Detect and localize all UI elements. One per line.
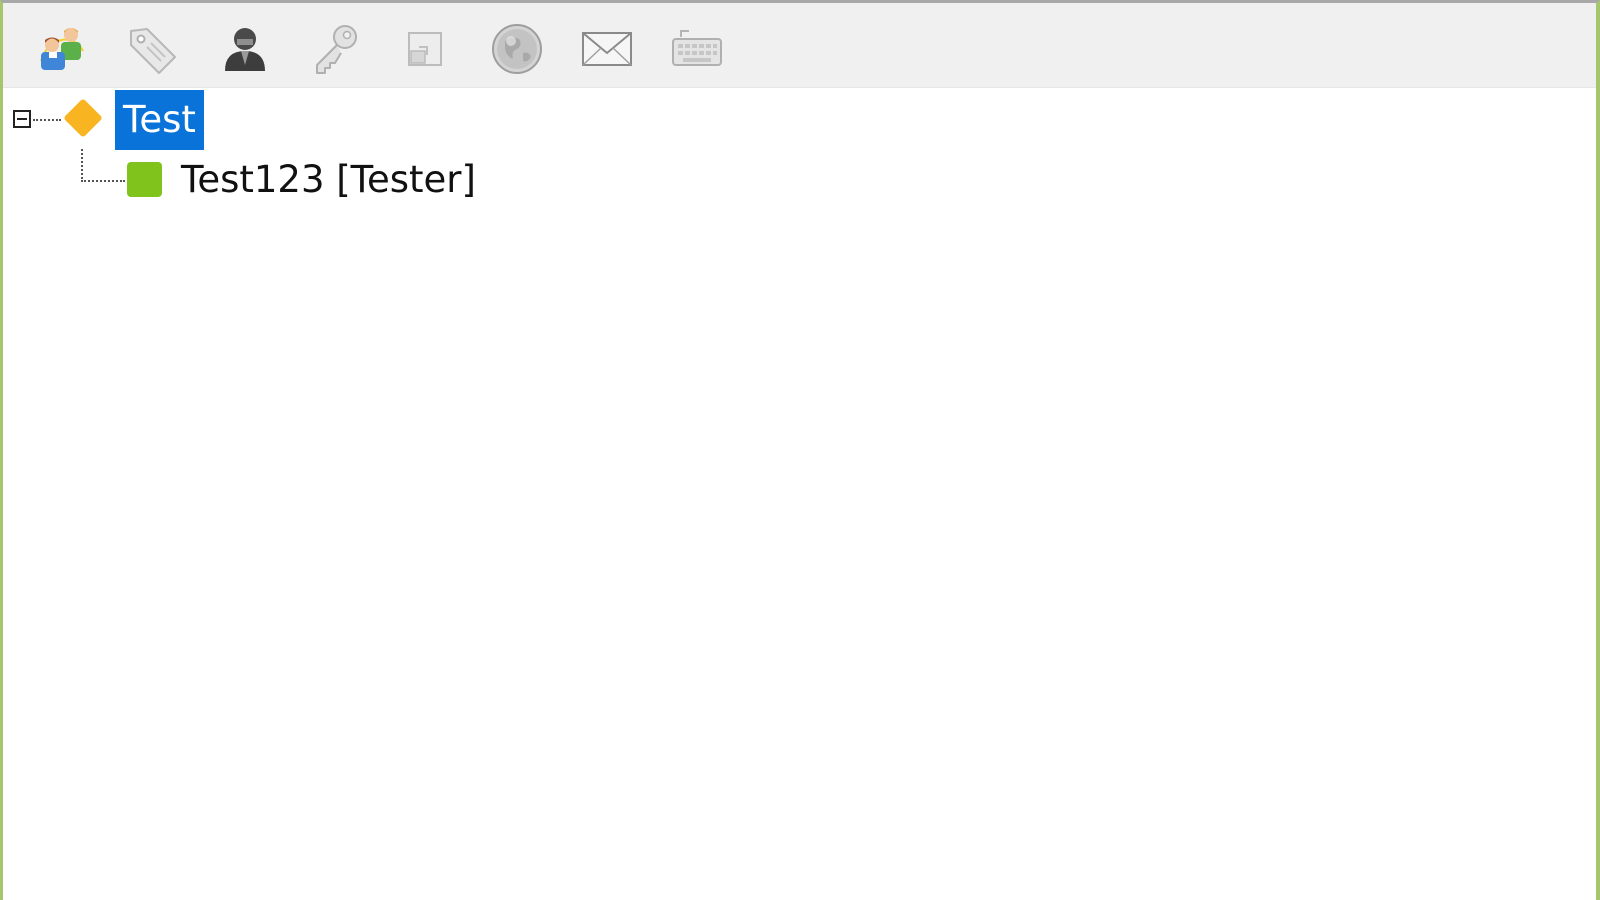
user-button[interactable] bbox=[215, 19, 275, 79]
key-button[interactable] bbox=[305, 19, 365, 79]
user-icon bbox=[217, 21, 273, 77]
toolbar bbox=[3, 3, 1596, 88]
key-icon bbox=[307, 21, 363, 77]
square-status-icon bbox=[127, 162, 162, 197]
globe-button[interactable] bbox=[487, 19, 547, 79]
tree-connector bbox=[81, 149, 83, 179]
collapse-toggle[interactable] bbox=[13, 110, 31, 128]
window-button[interactable] bbox=[395, 19, 455, 79]
mail-button[interactable] bbox=[577, 19, 637, 79]
users-icon bbox=[33, 21, 89, 77]
app-window: Test Test123 [Tester] bbox=[0, 0, 1600, 900]
tag-icon bbox=[125, 21, 181, 77]
tree-connector bbox=[81, 180, 125, 182]
tree-node-root[interactable]: Test bbox=[115, 90, 204, 150]
tree-node-child[interactable]: Test123 [Tester] bbox=[175, 150, 482, 210]
keyboard-icon bbox=[669, 21, 725, 77]
mail-icon bbox=[579, 21, 635, 77]
diamond-icon bbox=[63, 98, 103, 138]
tree-view: Test Test123 [Tester] bbox=[3, 88, 1596, 900]
keyboard-button[interactable] bbox=[667, 19, 727, 79]
window-icon bbox=[397, 21, 453, 77]
users-button[interactable] bbox=[31, 19, 91, 79]
tag-button[interactable] bbox=[123, 19, 183, 79]
tree-connector bbox=[33, 119, 61, 121]
globe-icon bbox=[489, 21, 545, 77]
